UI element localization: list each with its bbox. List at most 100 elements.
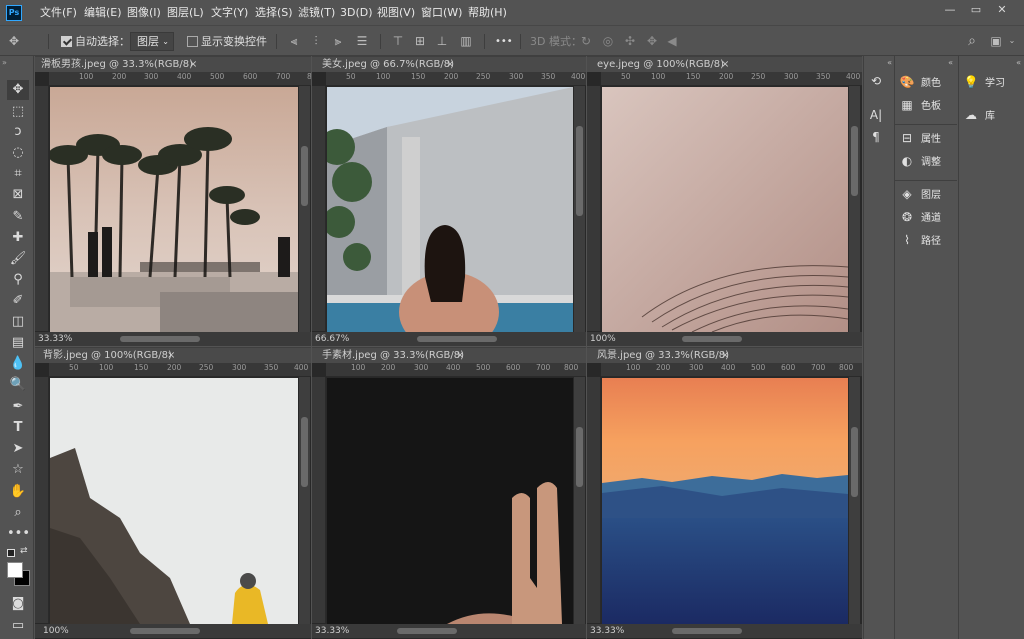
3d-drag-icon[interactable]: ✣: [622, 33, 638, 49]
distribute-v-icon[interactable]: ▥: [458, 33, 474, 49]
swatches-panel-button[interactable]: ▦ 色板: [899, 97, 941, 119]
auto-select-checkbox[interactable]: [61, 36, 72, 47]
layer-select-dropdown[interactable]: 图层 ⌄: [130, 32, 174, 51]
blur-tool-icon[interactable]: 💧: [7, 354, 29, 374]
canvas[interactable]: [50, 378, 298, 624]
restore-icon[interactable]: ▭: [963, 2, 989, 18]
document-tab[interactable]: 滑板男孩.jpeg @ 33.3%(RGB/8) ×: [35, 56, 311, 72]
vertical-scrollbar[interactable]: [574, 86, 585, 332]
healing-tool-icon[interactable]: ✚: [7, 228, 29, 248]
menu-select[interactable]: 选择(S): [255, 0, 293, 26]
document-tab[interactable]: 背影.jpeg @ 100%(RGB/8) ×: [35, 347, 311, 363]
menu-image[interactable]: 图像(I): [127, 0, 161, 26]
document-tab[interactable]: 风景.jpeg @ 33.3%(RGB/8) ×: [587, 347, 862, 363]
chevron-down-icon[interactable]: ⌄: [1004, 33, 1020, 49]
horizontal-scrollbar[interactable]: [397, 628, 457, 634]
zoom-level[interactable]: 66.67%: [315, 332, 349, 346]
horizontal-scrollbar[interactable]: [417, 336, 497, 342]
properties-panel-button[interactable]: ⊟ 属性: [899, 130, 941, 152]
zoom-tool-icon[interactable]: ⌕: [7, 503, 29, 523]
channels-panel-button[interactable]: ❂ 通道: [899, 209, 941, 231]
libraries-panel-button[interactable]: ☁ 库: [963, 107, 995, 129]
horizontal-scrollbar[interactable]: [130, 628, 200, 634]
adjustments-panel-button[interactable]: ◐ 调整: [899, 153, 941, 175]
close-icon[interactable]: ✕: [989, 2, 1015, 18]
crop-tool-icon[interactable]: ⌗: [7, 164, 29, 184]
align-right-icon[interactable]: ⫸: [330, 33, 346, 49]
foreground-color-swatch[interactable]: [7, 562, 23, 578]
zoom-level[interactable]: 100%: [43, 624, 69, 638]
quick-mask-icon[interactable]: ◙: [7, 594, 29, 614]
character-panel-button[interactable]: A|: [868, 108, 884, 130]
learn-panel-button[interactable]: 💡 学习: [963, 74, 1005, 96]
distribute-h-icon[interactable]: ☰: [354, 33, 370, 49]
swap-colors-icon[interactable]: ⇄: [20, 546, 28, 556]
frame-tool-icon[interactable]: ⊠: [7, 185, 29, 205]
quick-select-tool-icon[interactable]: ◌: [7, 143, 29, 163]
eraser-tool-icon[interactable]: ◫: [7, 312, 29, 332]
eyedropper-tool-icon[interactable]: ✎: [7, 207, 29, 227]
more-tools-icon[interactable]: •••: [7, 524, 30, 544]
vertical-scrollbar[interactable]: [299, 377, 310, 624]
zoom-level[interactable]: 33.33%: [315, 624, 349, 638]
3d-rotate-icon[interactable]: ↻: [578, 33, 594, 49]
lasso-tool-icon[interactable]: ↄ: [7, 122, 29, 142]
align-hcenter-icon[interactable]: ⫶: [308, 33, 324, 49]
vertical-scrollbar[interactable]: [299, 86, 310, 332]
collapse-dock-icon[interactable]: «: [895, 58, 953, 68]
menu-filter[interactable]: 滤镜(T): [298, 0, 335, 26]
document-tab[interactable]: 美女.jpeg @ 66.7%(RGB/8) ×: [312, 56, 586, 72]
history-panel-button[interactable]: ⟲: [868, 74, 884, 96]
collapse-toolbar-icon[interactable]: »: [2, 58, 7, 67]
horizontal-scrollbar[interactable]: [672, 628, 742, 634]
move-tool-icon[interactable]: ✥: [6, 33, 22, 49]
document-tab[interactable]: eye.jpeg @ 100%(RGB/8) ×: [587, 56, 862, 72]
align-top-icon[interactable]: ⊤: [390, 33, 406, 49]
brush-tool-icon[interactable]: 🖌: [7, 249, 29, 269]
vertical-scrollbar[interactable]: [574, 377, 585, 624]
canvas[interactable]: [602, 87, 848, 332]
workspace-icon[interactable]: ▣: [988, 33, 1004, 49]
3d-roll-icon[interactable]: ◎: [600, 33, 616, 49]
collapse-dock-icon[interactable]: «: [864, 58, 892, 68]
zoom-level[interactable]: 33.33%: [590, 624, 624, 638]
close-icon[interactable]: ×: [167, 348, 175, 363]
marquee-tool-icon[interactable]: ⬚: [7, 102, 29, 122]
close-icon[interactable]: ×: [446, 57, 454, 72]
document-tab[interactable]: 手素材.jpeg @ 33.3%(RGB/8) ×: [312, 347, 586, 363]
canvas[interactable]: [50, 87, 298, 332]
hand-tool-icon[interactable]: ✋: [7, 482, 29, 502]
vertical-scrollbar[interactable]: [849, 86, 860, 332]
menu-edit[interactable]: 编辑(E): [84, 0, 122, 26]
layers-panel-button[interactable]: ◈ 图层: [899, 186, 941, 208]
menu-layer[interactable]: 图层(L): [167, 0, 204, 26]
show-transform-checkbox[interactable]: [187, 36, 198, 47]
menu-file[interactable]: 文件(F): [40, 0, 77, 26]
close-icon[interactable]: ×: [189, 57, 197, 72]
move-tool-icon[interactable]: ✥: [7, 80, 29, 100]
collapse-dock-icon[interactable]: «: [959, 58, 1021, 68]
menu-view[interactable]: 视图(V): [377, 0, 415, 26]
default-colors-icon[interactable]: [7, 549, 15, 557]
canvas[interactable]: [327, 87, 573, 332]
path-select-tool-icon[interactable]: ➤: [7, 439, 29, 459]
gradient-tool-icon[interactable]: ▤: [7, 333, 29, 353]
type-tool-icon[interactable]: T: [7, 418, 29, 438]
screen-mode-icon[interactable]: ▭: [7, 616, 29, 636]
pen-tool-icon[interactable]: ✒: [7, 397, 29, 417]
align-left-icon[interactable]: ⫷: [286, 33, 302, 49]
stamp-tool-icon[interactable]: ⚲: [7, 270, 29, 290]
dodge-tool-icon[interactable]: 🔍: [7, 375, 29, 395]
3d-slide-icon[interactable]: ✥: [644, 33, 660, 49]
zoom-level[interactable]: 33.33%: [38, 332, 72, 346]
menu-window[interactable]: 窗口(W): [421, 0, 462, 26]
color-panel-button[interactable]: 🎨 颜色: [899, 74, 941, 96]
canvas[interactable]: [327, 378, 573, 624]
close-icon[interactable]: ×: [456, 348, 464, 363]
search-icon[interactable]: ⌕: [964, 33, 980, 49]
minimize-icon[interactable]: —: [937, 2, 963, 18]
canvas[interactable]: [602, 378, 848, 624]
shape-tool-icon[interactable]: ☆: [7, 460, 29, 480]
vertical-scrollbar[interactable]: [849, 377, 860, 624]
horizontal-scrollbar[interactable]: [682, 336, 742, 342]
